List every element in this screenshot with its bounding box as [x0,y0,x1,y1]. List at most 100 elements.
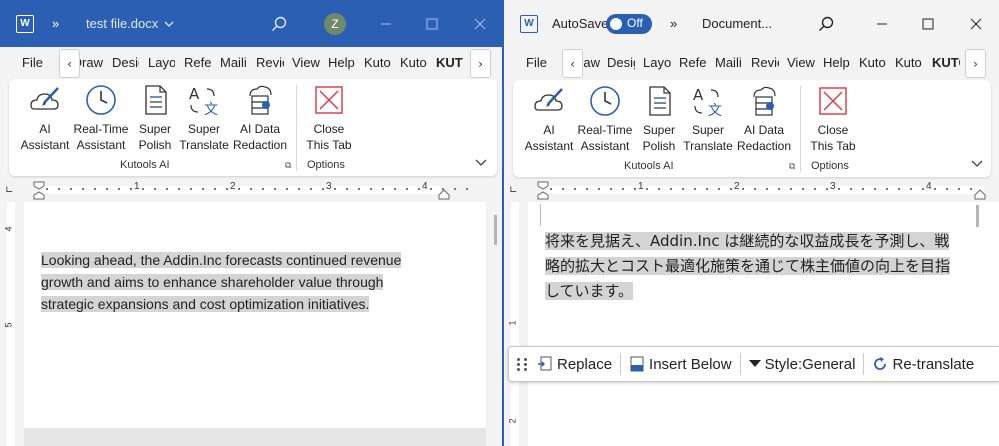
avatar[interactable]: Z [324,12,346,35]
vertical-scrollbar[interactable] [976,205,979,227]
ruler-tick [970,188,972,190]
close-icon[interactable] [970,18,982,30]
vertical-ruler[interactable]: 4 5 [0,202,22,446]
ruler-tick [862,188,864,190]
tab-kutools[interactable]: Kutools [364,55,391,70]
tab-stop-selector-icon[interactable]: ∟ [509,185,517,196]
indent-marker-icon[interactable] [537,181,549,200]
tab-file[interactable]: File [526,55,547,70]
translated-text[interactable]: 将来を見据え、Addin.Inc は継続的な収益成長を予測し、戦 略的拡大とコス… [545,229,985,304]
document-page[interactable] [24,202,486,428]
ruler-tick [178,188,180,190]
tab-view[interactable]: View [787,55,815,70]
tab-kutools-ai[interactable]: KUTOOLS [436,55,463,70]
real-time-assistant-button[interactable]: Real-Time Assistant [577,84,633,154]
tab-kutools[interactable]: Kutools [859,55,886,70]
word-app-icon: W [16,14,34,33]
minimize-icon[interactable] [380,18,392,30]
maximize-icon[interactable] [426,18,438,30]
tab-design[interactable]: Design [607,55,635,70]
super-polish-button[interactable]: Super Polish [133,83,177,153]
tab-help[interactable]: Help [823,55,850,70]
tab-mailings[interactable]: Mailings [715,55,742,70]
tab-kutools-plus[interactable]: Kutools [400,55,427,70]
tabs-scroll-right-button[interactable]: › [965,49,986,78]
tab-view[interactable]: View [292,55,320,70]
style-dropdown[interactable]: Style:General [748,356,855,373]
ai-data-redaction-button[interactable]: AI Data Redaction [231,83,289,153]
tab-layout[interactable]: Layout [148,55,175,70]
more-commands-icon[interactable]: » [670,16,677,31]
close-this-tab-button[interactable]: Close This Tab [305,83,353,153]
file-name-dropdown[interactable]: test file.docx [86,0,174,47]
retranslate-button[interactable]: Re-translate [872,356,974,373]
dialog-launcher-icon[interactable]: ⧉ [789,162,795,172]
real-time-assistant-button[interactable]: Real-Time Assistant [73,83,129,153]
tab-kutools-ai[interactable]: KUTOOLS [932,55,960,70]
dialog-launcher-icon[interactable]: ⧉ [285,161,291,171]
document-text[interactable]: Looking ahead, the Addin.Inc forecasts c… [41,249,402,315]
ribbon-separator [800,86,801,172]
super-translate-button[interactable]: A文 Super Translate [683,84,733,154]
ruler-tick [850,188,852,190]
collapse-ribbon-icon[interactable] [475,159,487,167]
right-indent-marker-icon[interactable] [438,189,450,200]
insert-below-label: Insert Below [649,355,732,373]
ruler-tick [742,188,744,190]
super-polish-button[interactable]: Super Polish [637,84,681,154]
ruler-tick [754,188,756,190]
group-label-options: Options [307,159,345,171]
tab-draw[interactable]: Draw [80,55,103,70]
tab-references[interactable]: References [679,55,706,70]
horizontal-ruler[interactable]: ∟ 1 2 3 4 [504,181,999,200]
search-icon[interactable] [271,16,287,32]
ai-data-redaction-button[interactable]: AI Data Redaction [735,84,793,154]
tabs-scroll-right-button[interactable]: › [470,49,491,78]
clock-icon [590,86,620,116]
word-app-icon: W [520,14,538,33]
horizontal-ruler[interactable]: ∟ 1 2 3 4 [0,181,502,200]
close-tab-icon [819,87,847,115]
drag-handle[interactable] [517,357,531,371]
close-this-tab-button[interactable]: Close This Tab [809,84,857,154]
tab-kutools-plus[interactable]: Kutools [895,55,922,70]
indent-marker-icon[interactable] [33,181,45,200]
search-icon[interactable] [818,16,834,32]
tabs-scroll-left-button[interactable]: ‹ [59,49,80,78]
right-indent-marker-icon[interactable] [974,189,986,200]
ruler-tick [946,188,948,190]
ai-assistant-button[interactable]: AI Assistant [21,83,69,153]
group-label-options: Options [811,160,849,172]
document-title[interactable]: Document... [702,16,772,31]
tabs-scroll-left-button[interactable]: ‹ [562,49,583,78]
ruler-tick [262,188,264,190]
tab-review[interactable]: Review [751,55,779,70]
tab-references[interactable]: References [184,55,211,70]
vertical-scrollbar[interactable] [494,215,497,245]
collapse-ribbon-icon[interactable] [971,160,983,168]
close-icon[interactable] [474,18,486,30]
tab-design[interactable]: Design [112,55,139,70]
tab-review[interactable]: Review [256,55,284,70]
tab-file[interactable]: File [22,55,43,70]
maximize-icon[interactable] [922,18,934,30]
ruler-tick [442,188,444,190]
ruler-tick [586,188,588,190]
tab-help[interactable]: Help [328,55,355,70]
ruler-tick [310,188,312,190]
replace-button[interactable]: Replace [537,356,612,373]
ruler-tick [958,188,960,190]
super-translate-button[interactable]: A文 Super Translate [179,83,229,153]
vertical-ruler[interactable]: 1 2 [504,202,526,446]
ai-assistant-button[interactable]: AI Assistant [525,84,573,154]
tab-draw[interactable]: Draw [583,55,600,70]
autosave-toggle[interactable]: Off [606,13,652,34]
tab-layout[interactable]: Layout [643,55,671,70]
chevron-right-icon: › [478,56,483,71]
tab-stop-selector-icon[interactable]: ∟ [5,185,13,196]
page-gap [24,428,486,446]
more-commands-icon[interactable]: » [52,16,59,31]
minimize-icon[interactable] [876,18,888,30]
tab-mailings[interactable]: Mailings [220,55,247,70]
insert-below-button[interactable]: Insert Below [629,356,732,373]
